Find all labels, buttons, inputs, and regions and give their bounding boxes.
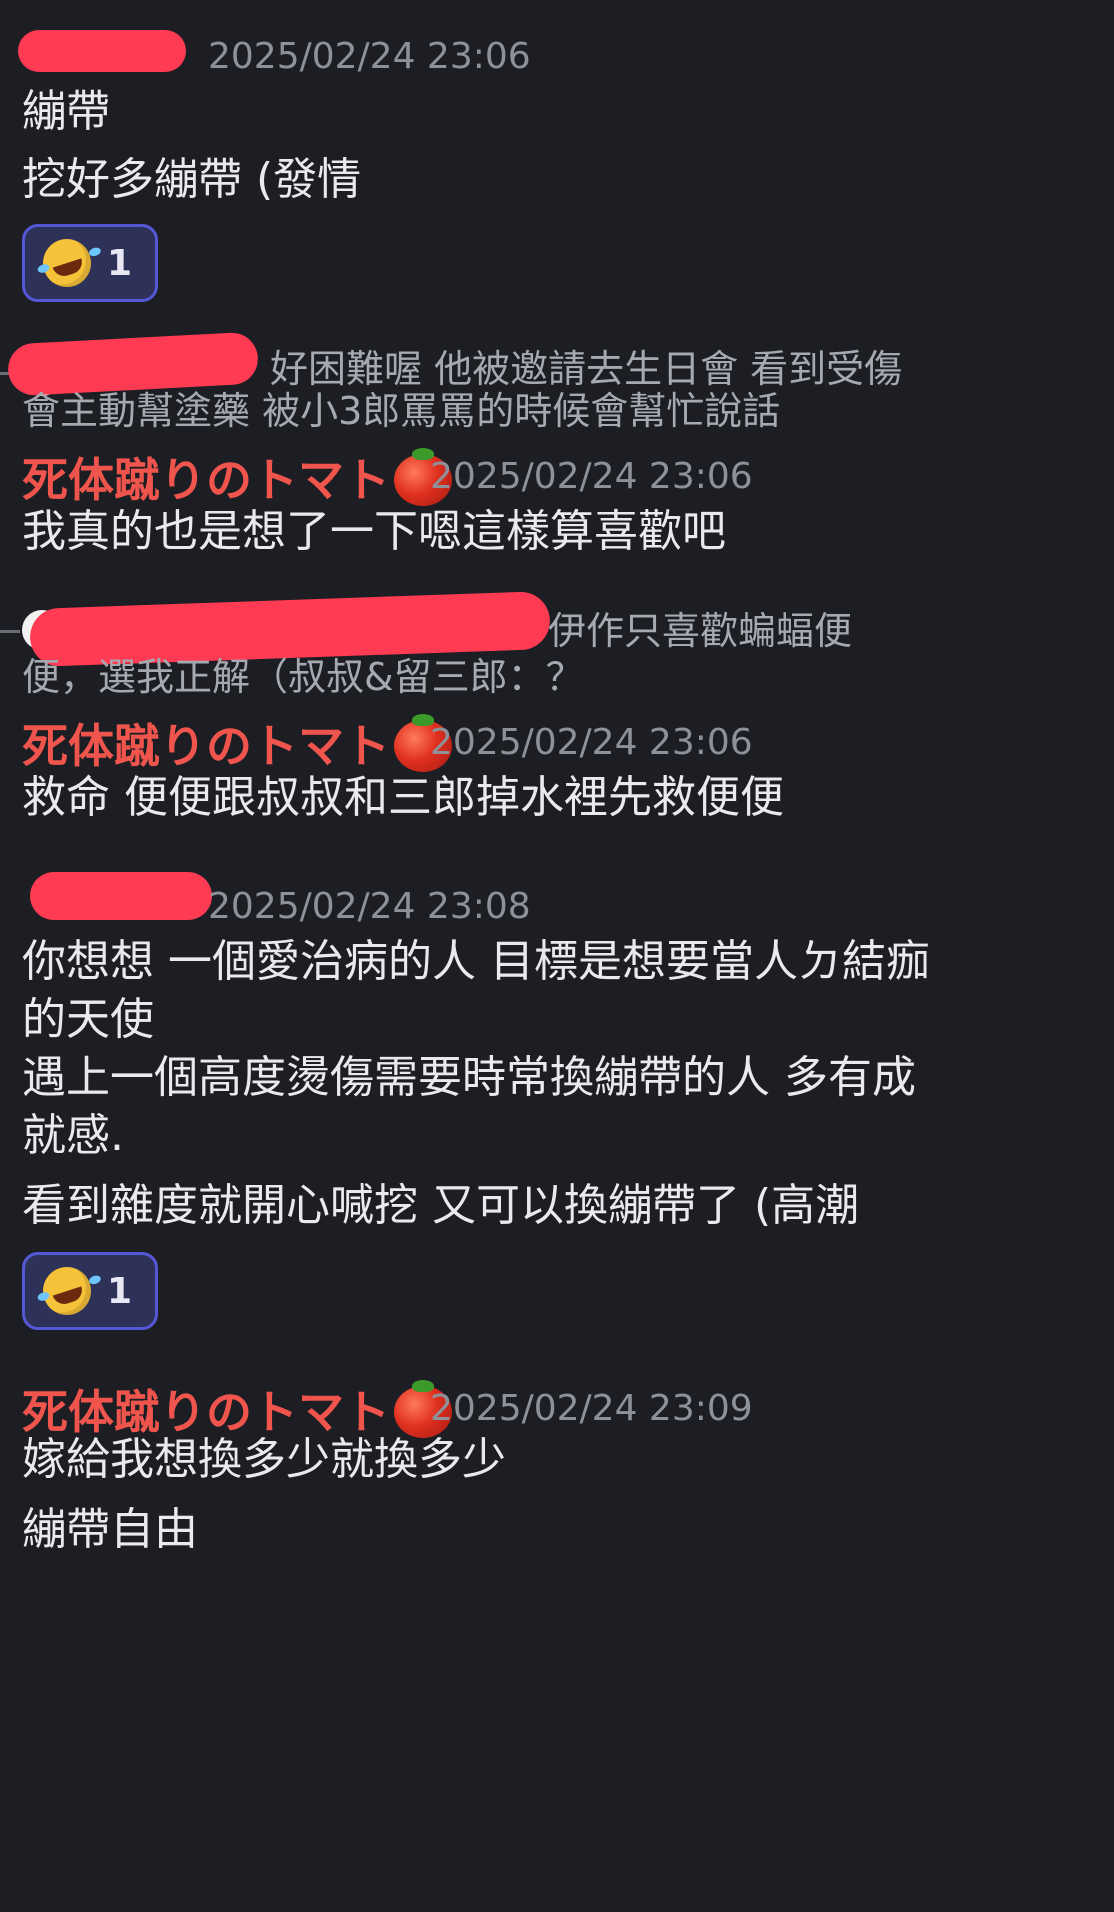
message-text: 救命 便便跟叔叔和三郎掉水裡先救便便 [22,772,784,823]
timestamp: 2025/02/24 23:09 [430,1388,753,1429]
message-text: 嫁給我想換多少就換多少 [22,1434,506,1485]
reply-preview-line[interactable]: 會主動幫塗藥 被小3郎罵罵的時候會幫忙說話 [22,384,780,438]
rolling-on-floor-laughing-icon [36,232,98,294]
message-text: 看到雜度就開心喊挖 又可以換繃帶了 (高潮 [22,1180,860,1231]
reaction-button[interactable]: 1 [22,224,158,302]
timestamp: 2025/02/24 23:06 [430,456,753,497]
redacted-username [30,872,212,920]
message-text: 就感. [22,1110,124,1161]
reply-preview-line[interactable]: 伊作只喜歡蝙蝠便 [548,604,852,658]
message-text: 我真的也是想了一下嗯這樣算喜歡吧 [22,506,726,557]
message-text: 挖好多繃帶 (發情 [22,154,362,205]
timestamp: 2025/02/24 23:06 [430,722,753,763]
username-fragment: ​ [150,32,190,72]
message-text: 繃帶 [22,86,110,137]
rolling-on-floor-laughing-icon [36,1260,98,1322]
reaction-count: 1 [107,1270,133,1312]
timestamp: 2025/02/24 23:08 [208,886,531,927]
reaction-count: 1 [107,242,133,284]
reply-preview-line[interactable]: 便，選我正解（叔叔&留三郎：？ [22,650,584,704]
timestamp: 2025/02/24 23:06 [208,36,531,77]
reply-connector [0,630,20,633]
reaction-button[interactable]: 1 [22,1252,158,1330]
message-text: 遇上一個高度燙傷需要時常換繃帶的人 多有成 [22,1052,916,1103]
message-text: 你想想 一個愛治病的人 目標是想要當人ㄉ結痂 [22,936,930,987]
message-text: 繃帶自由 [22,1504,198,1555]
